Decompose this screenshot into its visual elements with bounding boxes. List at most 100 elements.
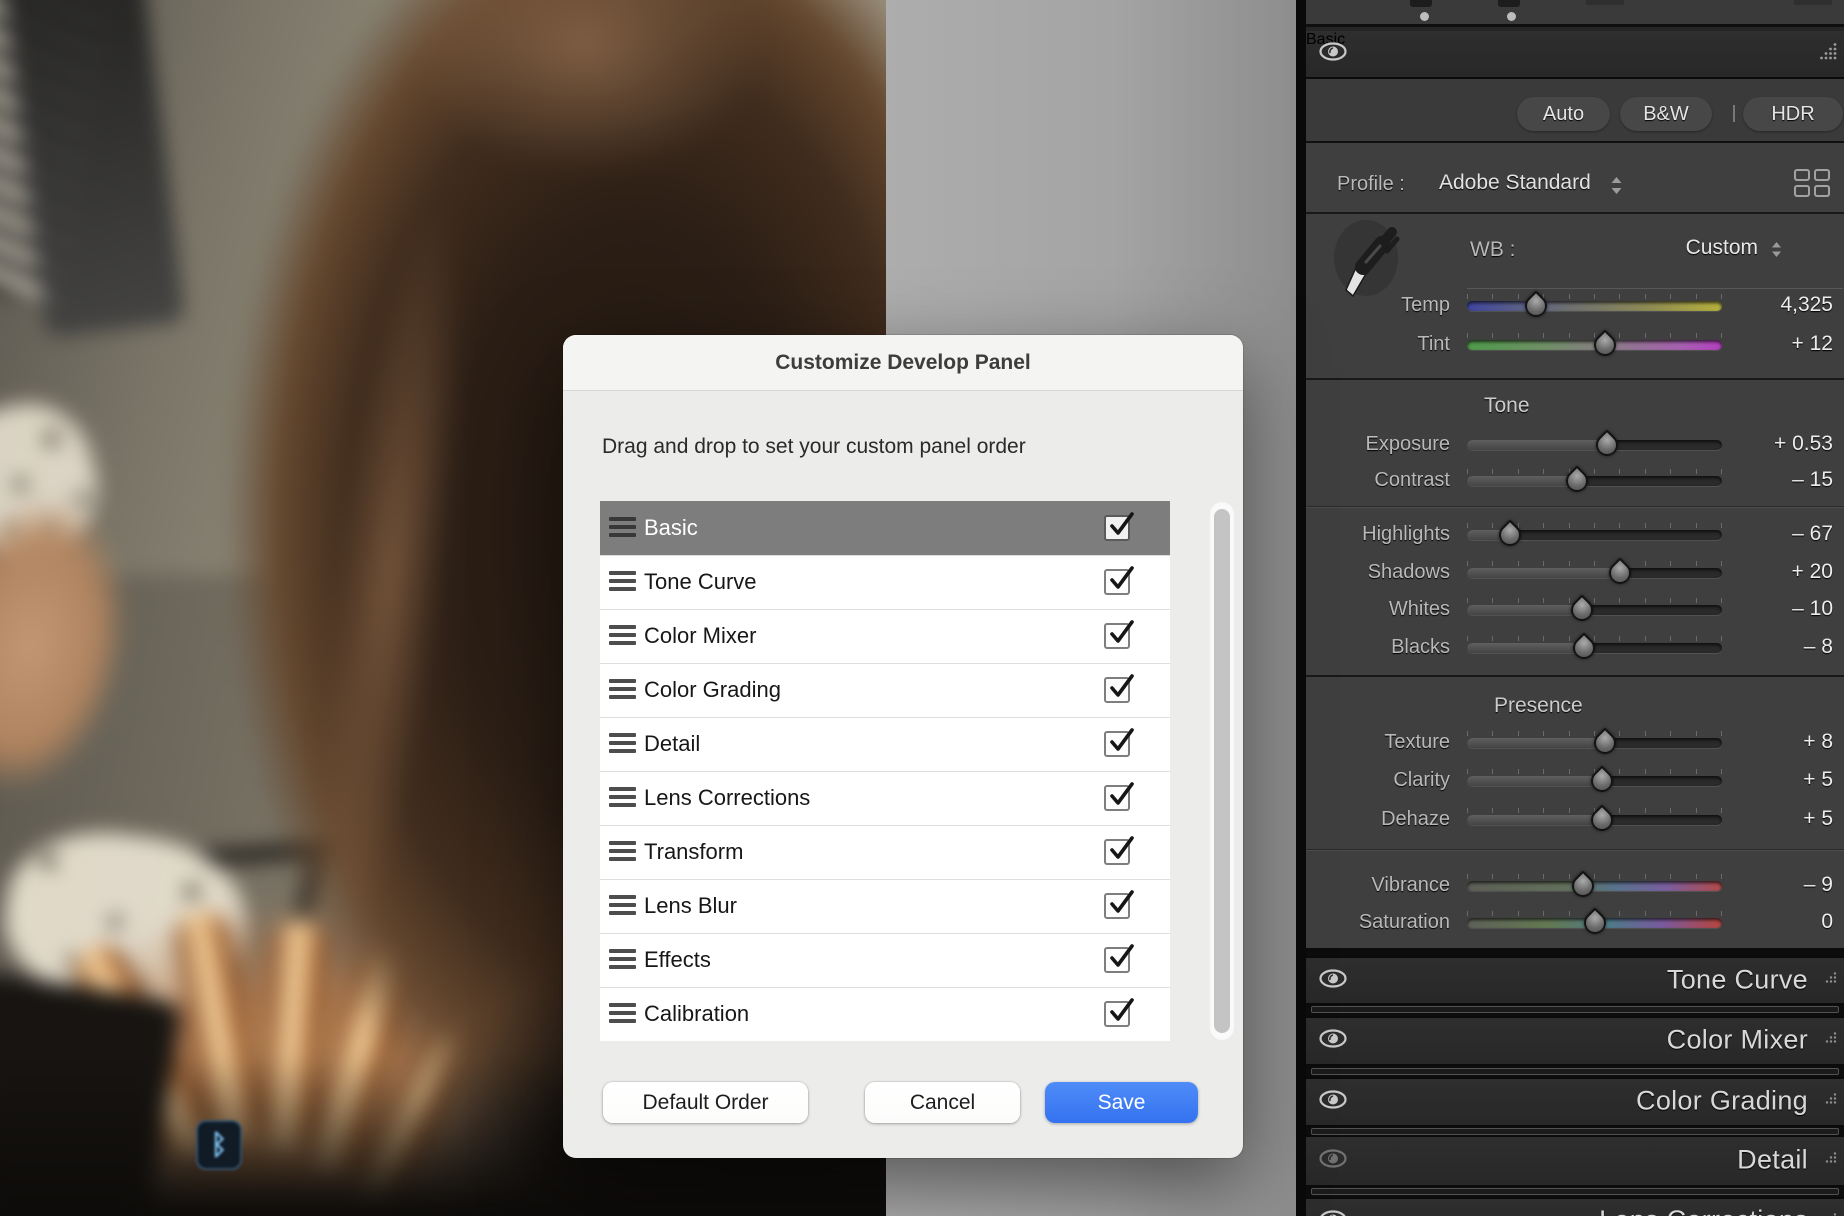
- checkbox-effects[interactable]: [1104, 947, 1130, 973]
- clipping-dot[interactable]: [1420, 12, 1429, 21]
- eye-icon[interactable]: [1319, 1090, 1347, 1114]
- dehaze-slider[interactable]: [1467, 815, 1722, 825]
- panel-header-basic[interactable]: Basic: [1306, 31, 1844, 79]
- drag-handle-icon[interactable]: [609, 571, 636, 593]
- contrast-value[interactable]: – 15: [1792, 468, 1833, 492]
- shadows-slider[interactable]: [1467, 568, 1722, 578]
- checkbox-tone-curve[interactable]: [1104, 569, 1130, 595]
- vibrance-value[interactable]: – 9: [1804, 873, 1833, 897]
- panel-disclosure-dots-icon[interactable]: [1824, 971, 1838, 990]
- checkbox-lens-corrections[interactable]: [1104, 785, 1130, 811]
- eye-icon[interactable]: [1319, 1149, 1347, 1173]
- panel-disclosure-dots-icon[interactable]: [1824, 1213, 1838, 1216]
- scrollbar-thumb[interactable]: [1214, 509, 1230, 1033]
- dialog-row-tone-curve[interactable]: Tone Curve: [600, 555, 1170, 609]
- toggle-hdr[interactable]: HDR: [1743, 97, 1843, 131]
- vibrance-slider[interactable]: [1467, 881, 1722, 891]
- contrast-slider[interactable]: [1467, 476, 1722, 486]
- dehaze-slider-knob[interactable]: [1586, 804, 1617, 835]
- whites-value[interactable]: – 10: [1792, 597, 1833, 621]
- tint-value[interactable]: + 12: [1792, 332, 1833, 356]
- eye-icon[interactable]: [1319, 42, 1347, 66]
- list-scrollbar[interactable]: [1209, 501, 1235, 1041]
- exposure-value[interactable]: + 0.53: [1774, 432, 1833, 456]
- texture-value[interactable]: + 8: [1803, 730, 1833, 754]
- toggle-b-w[interactable]: B&W: [1620, 97, 1712, 131]
- eye-icon[interactable]: [1319, 1210, 1347, 1216]
- checkbox-transform[interactable]: [1104, 839, 1130, 865]
- dialog-row-basic[interactable]: Basic: [600, 501, 1170, 555]
- checkbox-color-grading[interactable]: [1104, 677, 1130, 703]
- dialog-row-color-grading[interactable]: Color Grading: [600, 663, 1170, 717]
- drag-handle-icon[interactable]: [609, 787, 636, 809]
- cancel-button[interactable]: Cancel: [865, 1082, 1020, 1123]
- wb-updown-icon[interactable]: [1771, 241, 1782, 263]
- temp-value[interactable]: 4,325: [1780, 293, 1833, 317]
- dialog-row-effects[interactable]: Effects: [600, 933, 1170, 987]
- drag-handle-icon[interactable]: [609, 949, 636, 971]
- dialog-row-calibration[interactable]: Calibration: [600, 987, 1170, 1041]
- highlights-slider[interactable]: [1467, 530, 1722, 540]
- toggle-auto[interactable]: Auto: [1517, 97, 1610, 131]
- exposure-slider-knob[interactable]: [1591, 429, 1622, 460]
- drag-handle-icon[interactable]: [609, 679, 636, 701]
- exposure-slider[interactable]: [1467, 440, 1722, 450]
- shadows-slider-knob[interactable]: [1604, 557, 1635, 588]
- slider-row-dehaze: Dehaze+ 5: [1306, 806, 1844, 834]
- blacks-slider[interactable]: [1467, 643, 1722, 653]
- slider-row-exposure: Exposure+ 0.53: [1306, 431, 1844, 459]
- clipping-dot[interactable]: [1507, 12, 1516, 21]
- profile-browser-grid-icon[interactable]: [1794, 168, 1830, 203]
- save-button[interactable]: Save: [1045, 1082, 1198, 1123]
- clarity-value[interactable]: + 5: [1803, 768, 1833, 792]
- blacks-value[interactable]: – 8: [1804, 635, 1833, 659]
- tint-slider[interactable]: [1467, 340, 1722, 350]
- saturation-slider-knob[interactable]: [1579, 907, 1610, 938]
- panel-header-color-grading[interactable]: Color Grading: [1306, 1077, 1844, 1127]
- wb-dropdown[interactable]: Custom: [1686, 236, 1758, 260]
- dialog-row-color-mixer[interactable]: Color Mixer: [600, 609, 1170, 663]
- drag-handle-icon[interactable]: [609, 625, 636, 647]
- dialog-row-lens-blur[interactable]: Lens Blur: [600, 879, 1170, 933]
- profile-updown-icon[interactable]: [1610, 176, 1623, 200]
- checkbox-lens-blur[interactable]: [1104, 893, 1130, 919]
- eye-icon[interactable]: [1319, 1029, 1347, 1053]
- saturation-value[interactable]: 0: [1821, 910, 1833, 934]
- whites-slider[interactable]: [1467, 605, 1722, 615]
- drag-handle-icon[interactable]: [609, 841, 636, 863]
- panel-header-color-mixer[interactable]: Color Mixer: [1306, 1016, 1844, 1066]
- dialog-row-lens-corrections[interactable]: Lens Corrections: [600, 771, 1170, 825]
- panel-header-lens-corrections[interactable]: Lens Corrections: [1306, 1197, 1844, 1216]
- contrast-slider-knob[interactable]: [1561, 465, 1592, 496]
- shadows-value[interactable]: + 20: [1792, 560, 1833, 584]
- drag-handle-icon[interactable]: [609, 733, 636, 755]
- panel-disclosure-dots-icon[interactable]: [1824, 1152, 1838, 1171]
- drag-handle-icon[interactable]: [609, 517, 636, 539]
- dehaze-value[interactable]: + 5: [1803, 807, 1833, 831]
- checkbox-detail[interactable]: [1104, 731, 1130, 757]
- default-order-button[interactable]: Default Order: [603, 1082, 808, 1123]
- dialog-row-transform[interactable]: Transform: [600, 825, 1170, 879]
- clarity-slider-knob[interactable]: [1586, 765, 1617, 796]
- temp-slider-knob[interactable]: [1520, 290, 1551, 321]
- temp-slider[interactable]: [1467, 301, 1722, 311]
- panel-disclosure-dots-icon[interactable]: [1824, 1093, 1838, 1112]
- saturation-slider[interactable]: [1467, 918, 1722, 928]
- clarity-slider[interactable]: [1467, 776, 1722, 786]
- texture-slider[interactable]: [1467, 738, 1722, 748]
- dialog-row-detail[interactable]: Detail: [600, 717, 1170, 771]
- highlights-value[interactable]: – 67: [1792, 522, 1833, 546]
- checkbox-basic[interactable]: [1104, 515, 1130, 541]
- highlights-slider-knob[interactable]: [1494, 519, 1525, 550]
- whites-slider-knob[interactable]: [1566, 594, 1597, 625]
- eye-icon[interactable]: [1319, 969, 1347, 993]
- panel-disclosure-dots-icon[interactable]: [1820, 43, 1838, 66]
- drag-handle-icon[interactable]: [609, 895, 636, 917]
- checkbox-calibration[interactable]: [1104, 1001, 1130, 1027]
- panel-disclosure-dots-icon[interactable]: [1824, 1032, 1838, 1051]
- panel-header-tone-curve[interactable]: Tone Curve: [1306, 956, 1844, 1005]
- checkbox-color-mixer[interactable]: [1104, 623, 1130, 649]
- profile-dropdown[interactable]: Adobe Standard: [1439, 171, 1591, 195]
- panel-header-detail[interactable]: Detail: [1306, 1135, 1844, 1187]
- drag-handle-icon[interactable]: [609, 1003, 636, 1025]
